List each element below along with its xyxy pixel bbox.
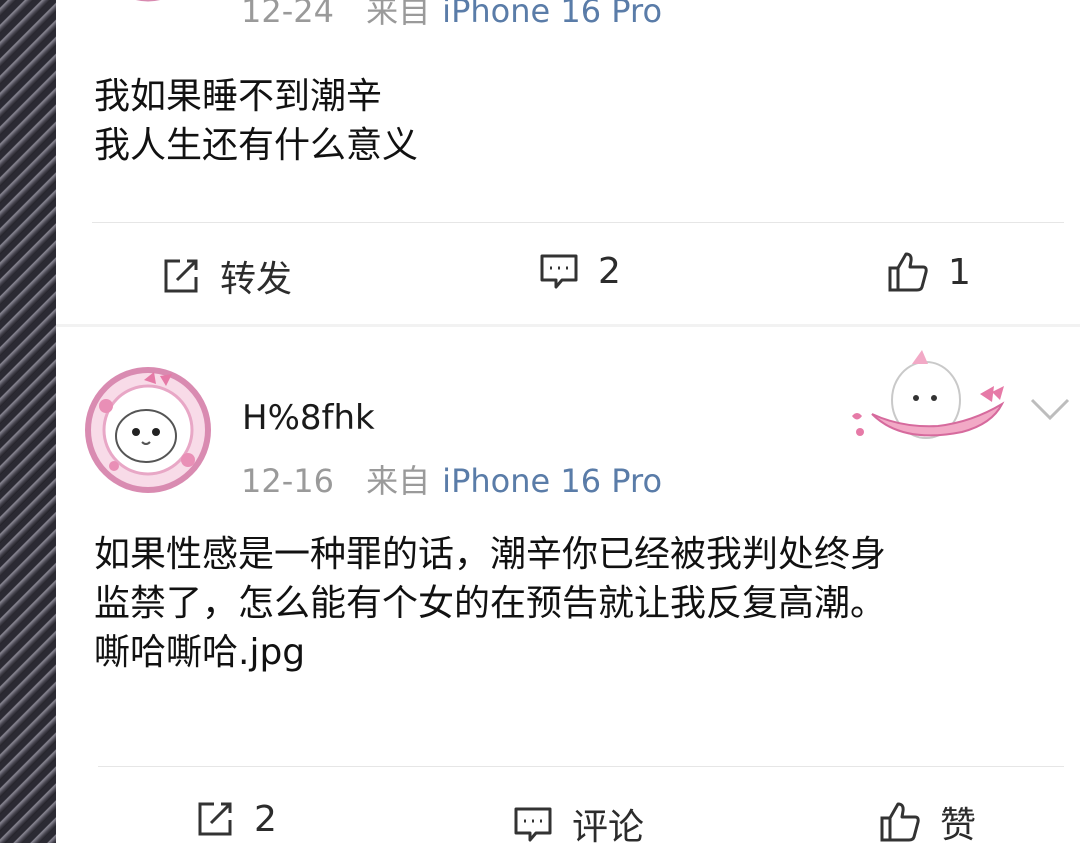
source-prefix: 来自 [366, 462, 431, 500]
comment-icon [514, 807, 552, 842]
source-device-link[interactable]: iPhone 16 Pro [442, 0, 662, 30]
avatar-icon [136, 0, 160, 2]
post-separator [56, 324, 1080, 327]
divider [92, 222, 1064, 223]
background-edge [0, 0, 56, 843]
repost-label: 转发 [220, 259, 293, 300]
post-meta: 12-16 来自 iPhone 16 Pro [241, 456, 662, 502]
chevron-down-icon [1030, 398, 1070, 421]
repost-button[interactable]: 转发 [160, 250, 292, 302]
post-menu-button[interactable] [1028, 396, 1072, 426]
repost-count: 2 [254, 798, 277, 840]
repost-icon [198, 802, 232, 836]
username[interactable]: H%8fhk [242, 398, 375, 438]
comment-button[interactable]: 评论 [512, 798, 644, 850]
post-date: 12-24 [241, 0, 334, 30]
comment-icon [540, 254, 578, 289]
divider [98, 766, 1064, 767]
like-count: 1 [948, 251, 971, 293]
feed[interactable]: 12-24 来自 iPhone 16 Pro 我如果睡不到潮辛 我人生还有什么意义… [56, 0, 1080, 848]
badge-sticker [842, 344, 1014, 454]
comment-count: 2 [598, 250, 621, 292]
avatar[interactable] [90, 0, 206, 6]
like-button[interactable]: 赞 [878, 796, 976, 848]
badge-sticker-icon [852, 350, 1005, 439]
repost-button[interactable]: 2 [194, 798, 277, 840]
like-button[interactable]: 1 [886, 250, 971, 294]
repost-icon [164, 259, 198, 293]
avatar-icon [85, 367, 211, 493]
post-date: 12-16 [241, 462, 334, 500]
source-prefix: 来自 [366, 0, 431, 30]
comment-button[interactable]: 2 [538, 250, 621, 292]
source-device-link[interactable]: iPhone 16 Pro [442, 462, 662, 500]
avatar[interactable] [84, 366, 212, 494]
post-meta: 12-24 来自 iPhone 16 Pro [241, 0, 662, 32]
like-icon [888, 252, 928, 292]
post-text[interactable]: 我如果睡不到潮辛 我人生还有什么意义 [94, 72, 418, 170]
comment-label: 评论 [572, 807, 645, 848]
like-label: 赞 [940, 805, 977, 846]
post-text[interactable]: 如果性感是一种罪的话，潮辛你已经被我判处终身 监禁了，怎么能有个女的在预告就让我… [94, 530, 886, 677]
like-icon [880, 802, 920, 842]
